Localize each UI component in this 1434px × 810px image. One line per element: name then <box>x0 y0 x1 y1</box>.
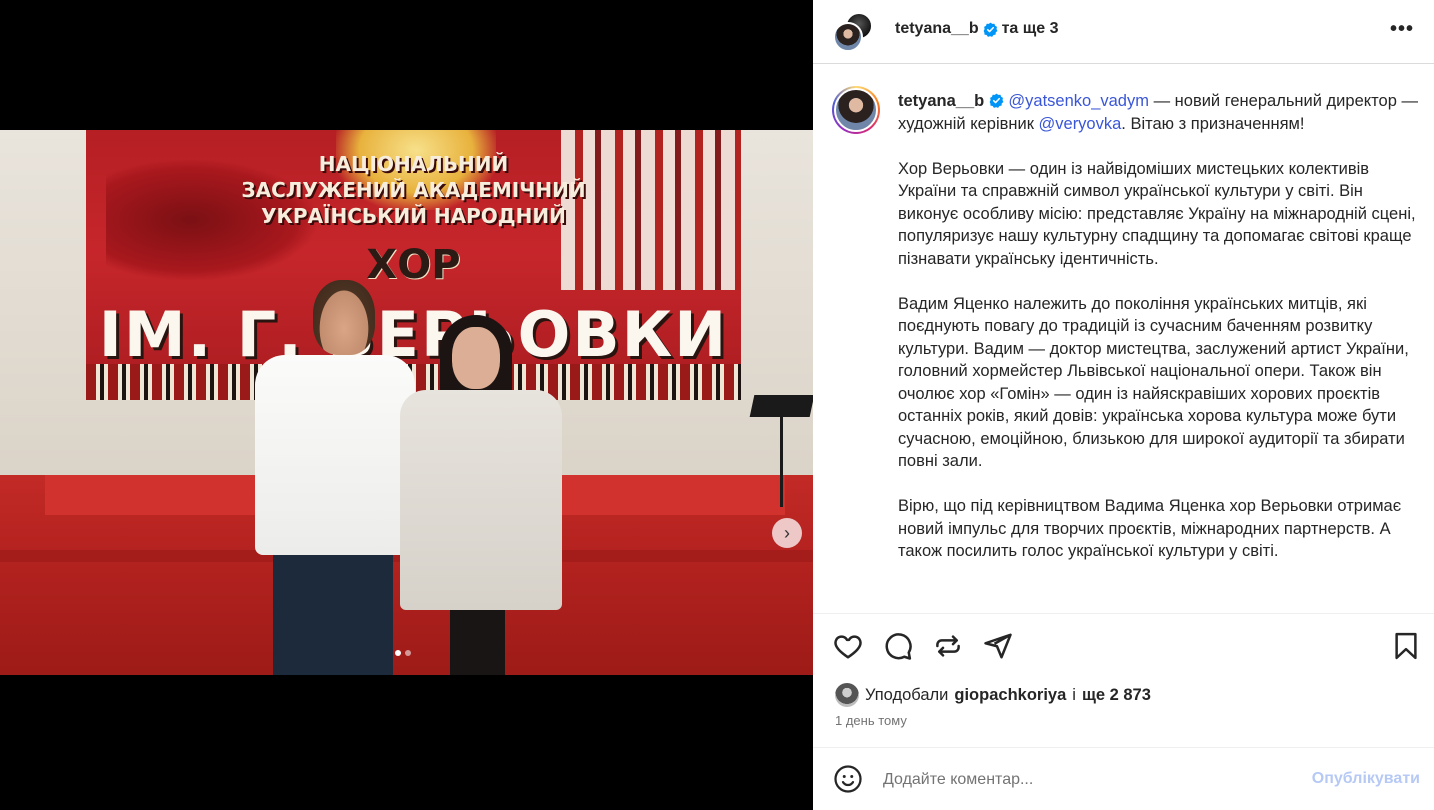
caption-paragraph-1: tetyana__b @yatsenko_vadym — новий генер… <box>898 90 1418 135</box>
like-heart-icon[interactable] <box>833 631 863 661</box>
caption-area: tetyana__b @yatsenko_vadym — новий генер… <box>813 64 1434 614</box>
music-stand-pole <box>780 417 783 507</box>
more-horizontal-icon[interactable]: ••• <box>1390 18 1414 41</box>
music-stand <box>749 395 813 515</box>
emoji-smile-icon[interactable] <box>833 764 863 794</box>
avatar <box>835 683 859 707</box>
caption-text: tetyana__b @yatsenko_vadym — новий генер… <box>898 90 1418 585</box>
banner-line2: ЗАСЛУЖЕНИЙ АКАДЕМІЧНИЙ <box>241 178 586 202</box>
likes-summary[interactable]: Уподобали giopachkoriya і ще 2 873 <box>835 683 1151 707</box>
avatar <box>834 88 878 132</box>
carousel-dot <box>405 650 411 656</box>
likes-count[interactable]: ще 2 873 <box>1082 686 1151 705</box>
share-send-icon[interactable] <box>983 631 1013 661</box>
comment-bubble-icon[interactable] <box>883 631 913 661</box>
header-collab-suffix[interactable]: та ще 3 <box>1002 20 1059 38</box>
likes-middle: і <box>1072 685 1076 704</box>
caption-paragraph-4: Вірю, що під керівництвом Вадима Яценка … <box>898 497 1402 560</box>
caption-text-segment: . Вітаю з призначенням! <box>1121 114 1305 133</box>
person-woman <box>400 315 565 675</box>
banner-line3: УКРАЇНСЬКИЙ НАРОДНИЙ <box>261 204 566 228</box>
verified-badge-icon <box>983 22 998 37</box>
header-username[interactable]: tetyana__b <box>895 20 979 38</box>
likes-prefix: Уподобали <box>865 685 949 704</box>
repost-icon[interactable] <box>933 631 963 661</box>
post-timestamp[interactable]: 1 день тому <box>835 713 907 728</box>
carousel-dots <box>395 650 411 656</box>
man-head <box>313 280 375 355</box>
carousel-dot-active <box>395 650 401 656</box>
person-man <box>255 280 420 675</box>
caption-paragraph-3: Вадим Яценко належить до покоління украї… <box>898 294 1409 471</box>
bookmark-save-icon[interactable] <box>1391 631 1421 661</box>
post-comment-button[interactable]: Опублікувати <box>1312 770 1420 788</box>
music-stand-desk <box>749 395 813 417</box>
instagram-post-modal: НАЦІОНАЛЬНИЙ ЗАСЛУЖЕНИЙ АКАДЕМІЧНИЙ УКРА… <box>0 0 1434 810</box>
caption-avatar[interactable] <box>832 86 880 134</box>
man-pants <box>273 550 393 675</box>
avatar <box>833 22 863 52</box>
comment-bar: Опублікувати <box>813 747 1434 810</box>
action-bar <box>813 625 1434 669</box>
likes-user[interactable]: giopachkoriya <box>954 686 1066 705</box>
man-shirt <box>255 355 415 555</box>
banner-line1: НАЦІОНАЛЬНИЙ <box>318 152 509 176</box>
caption-paragraph-2: Хор Верьовки — один із найвідоміших мист… <box>898 159 1416 268</box>
mention-link[interactable]: @veryovka <box>1039 115 1122 133</box>
post-photo[interactable]: НАЦІОНАЛЬНИЙ ЗАСЛУЖЕНИЙ АКАДЕМІЧНИЙ УКРА… <box>0 130 813 675</box>
post-header: tetyana__b та ще 3 ••• <box>813 0 1434 64</box>
woman-head <box>452 327 500 389</box>
caption-username[interactable]: tetyana__b <box>898 92 984 110</box>
carousel-next-button[interactable]: › <box>772 518 802 548</box>
chevron-right-icon: › <box>784 522 790 543</box>
comment-input[interactable] <box>883 767 1283 793</box>
woman-jacket <box>400 390 562 610</box>
verified-badge-icon <box>989 93 1004 108</box>
post-sidebar: tetyana__b та ще 3 ••• tetyana__b @yatse… <box>813 0 1434 810</box>
mention-link[interactable]: @yatsenko_vadym <box>1008 92 1149 110</box>
header-author[interactable]: tetyana__b та ще 3 <box>895 20 1059 38</box>
collab-avatars[interactable] <box>833 12 873 52</box>
media-panel: НАЦІОНАЛЬНИЙ ЗАСЛУЖЕНИЙ АКАДЕМІЧНИЙ УКРА… <box>0 0 813 810</box>
